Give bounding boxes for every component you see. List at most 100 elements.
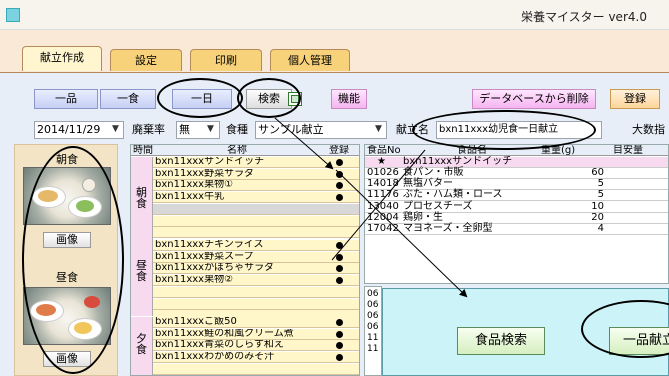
food-no: 12004 [367, 211, 399, 223]
menu-item-name: bxn11xxx果物① [155, 180, 234, 191]
registered-dot-icon [336, 242, 343, 249]
table-row[interactable]: bxn11xxx牛乳 [153, 192, 359, 204]
side-grid: 06 06 06 06 11 11 [364, 286, 382, 376]
menu-item-name: bxn11xxxご飯50 [155, 317, 237, 327]
menu-item-name: bxn11xxx牛乳 [155, 192, 225, 203]
table-row[interactable]: bxn11xxxわかめのみそ汁 [153, 352, 359, 364]
registered-dot-icon [336, 194, 343, 202]
side-row: 06 [367, 300, 379, 310]
table-row[interactable]: bxn11xxxご飯50 [153, 317, 359, 328]
isshoku-button[interactable]: 一食 [100, 89, 156, 109]
app-icon [6, 8, 20, 22]
table-row[interactable]: bxn11xxx野菜スープ [153, 251, 359, 263]
chevron-down-icon[interactable]: ▼ [207, 124, 214, 134]
menu-grid-header: 時間 名称 登録 [131, 145, 359, 156]
food-name: マヨネーズ・全卵型 [403, 223, 493, 234]
table-row[interactable]: bxn11xxx果物② [153, 275, 359, 287]
menu-grid: 時間 名称 登録 bxn11xxxサンドイッチ bxn11xxx野菜サラダ bxn1… [130, 144, 360, 376]
food-no: 11176 [367, 189, 399, 201]
extra-label: 大数指 [632, 123, 665, 136]
food-no: 01026 [367, 167, 399, 178]
table-row[interactable]: bxn11xxxかぼちゃサラダ [153, 263, 359, 275]
food-no: 17042 [367, 223, 399, 234]
side-row: 11 [367, 344, 379, 354]
food-name: 食パン・市販 [403, 167, 464, 178]
food-weight: 60 [591, 167, 604, 178]
chevron-down-icon[interactable]: ▼ [375, 124, 382, 134]
food-search-button[interactable]: 食品検索 [457, 327, 545, 355]
menu-item-name: bxn11xxx鮭の和風クリーム煮 [155, 328, 294, 339]
menu-item-name: bxn11xxx青菜のしらす和え [155, 340, 284, 351]
highlight-ellipse [157, 78, 243, 118]
food-weight: 4 [597, 223, 604, 234]
tab-print[interactable]: 印刷 [190, 49, 262, 71]
window-title: 栄養マイスター ver4.0 [521, 10, 647, 24]
table-row[interactable]: bxn11xxxサンドイッチ [153, 157, 359, 168]
food-name: 鶏卵・生 [403, 211, 443, 223]
table-row[interactable]: bxn11xxx鮭の和風クリーム煮 [153, 328, 359, 340]
registered-dot-icon [336, 159, 343, 166]
date-field[interactable]: 2014/11/29 [34, 121, 124, 139]
menu-item-name: bxn11xxxかぼちゃサラダ [155, 263, 275, 274]
table-row[interactable]: bxn11xxx野菜サラダ [153, 168, 359, 180]
table-row[interactable]: 13040 プロセスチーズ 10 [365, 200, 668, 213]
menu-item-name: bxn11xxx野菜スープ [155, 251, 254, 262]
food-no: 14018 [367, 178, 399, 190]
side-row: 06 [367, 311, 379, 321]
shokushu-label: 食種 [226, 123, 248, 136]
register-button[interactable]: 登録 [610, 89, 660, 109]
app-window: 栄養マイスター ver4.0 献立作成 設定 印刷 個人管理 一品 一食 一日 … [0, 0, 669, 376]
registered-dot-icon [336, 265, 343, 273]
table-row[interactable] [153, 227, 359, 239]
table-row[interactable]: bxn11xxx果物① [153, 180, 359, 192]
table-row[interactable]: 11176 ぶた・ハム類・ロース 5 [365, 189, 668, 202]
table-row[interactable] [153, 286, 359, 298]
menu-item-name: bxn11xxxわかめのみそ汁 [155, 352, 275, 363]
food-name: プロセスチーズ [403, 200, 473, 212]
registered-dot-icon [336, 277, 343, 285]
highlight-ellipse [22, 146, 124, 374]
table-row[interactable] [153, 203, 359, 215]
delete-from-db-button[interactable]: データベースから削除 [472, 89, 596, 109]
dinner-label: 夕食 [131, 317, 153, 375]
kinou-button[interactable]: 機能 [331, 89, 367, 109]
haiki-label: 廃棄率 [132, 123, 165, 136]
registered-dot-icon [336, 170, 343, 178]
col-register: 登録 [329, 145, 349, 156]
registered-dot-icon [336, 354, 343, 362]
ippin-button[interactable]: 一品 [34, 89, 98, 109]
chevron-down-icon[interactable]: ▼ [112, 124, 119, 134]
col-time: 時間 [133, 145, 153, 156]
breakfast-label: 朝食 [131, 157, 153, 251]
menu-item-name: bxn11xxxチキンライス [155, 240, 264, 250]
tab-personal[interactable]: 個人管理 [270, 49, 350, 71]
table-row[interactable] [153, 363, 359, 375]
shokushu-select[interactable]: サンプル献立 [255, 121, 387, 139]
col-food-no: 食品No [367, 145, 401, 156]
table-row[interactable] [153, 215, 359, 227]
food-weight: 5 [597, 189, 604, 201]
table-row[interactable]: bxn11xxxチキンライス [153, 240, 359, 251]
menu-item-name: bxn11xxx野菜サラダ [155, 168, 255, 179]
registered-dot-icon [336, 319, 343, 326]
menu-item-name: bxn11xxxサンドイッチ [155, 157, 265, 167]
food-weight: 20 [591, 211, 604, 223]
side-row: 06 [367, 289, 379, 299]
registered-dot-icon [336, 253, 343, 261]
registered-dot-icon [336, 342, 343, 350]
highlight-ellipse [412, 110, 596, 150]
food-name: 無塩バター [403, 178, 453, 190]
col-meyasu: 目安量 [613, 145, 643, 156]
registered-dot-icon [336, 182, 343, 190]
highlight-ellipse [237, 78, 301, 118]
food-no: 13040 [367, 200, 399, 212]
table-row[interactable]: 17042 マヨネーズ・全卵型 4 [365, 223, 668, 235]
tab-settings[interactable]: 設定 [110, 49, 182, 71]
title-bar: 栄養マイスター ver4.0 [0, 0, 669, 30]
menu-item-name: bxn11xxx果物② [155, 275, 234, 286]
table-row[interactable]: bxn11xxx青菜のしらす和え [153, 340, 359, 352]
tab-kondate[interactable]: 献立作成 [22, 46, 102, 71]
food-grid: 食品No 食品名 重量(g) 目安量 ★ bxn11xxxサンドイッチ 0102… [364, 144, 669, 284]
food-weight: 5 [597, 178, 604, 190]
table-row[interactable] [153, 298, 359, 310]
